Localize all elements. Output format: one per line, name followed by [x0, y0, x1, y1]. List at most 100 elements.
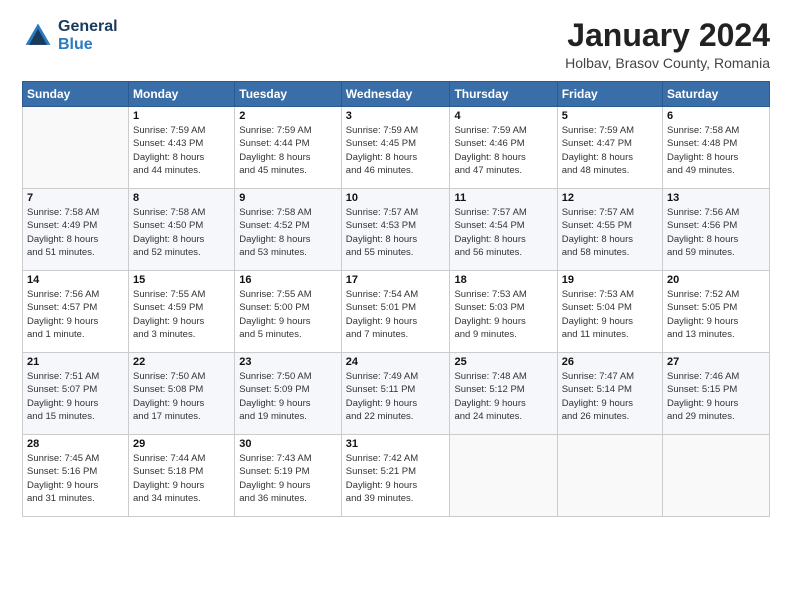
page: General Blue January 2024 Holbav, Brasov… — [0, 0, 792, 612]
calendar-cell: 4 Sunrise: 7:59 AM Sunset: 4:46 PM Daylig… — [450, 107, 557, 189]
calendar-cell: 23 Sunrise: 7:50 AM Sunset: 5:09 PM Dayli… — [235, 353, 342, 435]
header: General Blue January 2024 Holbav, Brasov… — [22, 18, 770, 71]
logo-text: General Blue — [58, 18, 118, 54]
month-title: January 2024 — [565, 18, 770, 53]
day-info: Sunrise: 7:53 AM Sunset: 5:03 PM Dayligh… — [454, 288, 552, 341]
day-number: 4 — [454, 110, 552, 122]
day-number: 13 — [667, 192, 765, 204]
day-info: Sunrise: 7:47 AM Sunset: 5:14 PM Dayligh… — [562, 370, 658, 423]
calendar-cell: 5Sunrise: 7:59 AM Sunset: 4:47 PM Daylig… — [557, 107, 662, 189]
week-row-2: 7Sunrise: 7:58 AM Sunset: 4:49 PM Daylig… — [23, 189, 770, 271]
day-info: Sunrise: 7:55 AM Sunset: 4:59 PM Dayligh… — [133, 288, 230, 341]
calendar-cell: 20 Sunrise: 7:52 AM Sunset: 5:05 PM Dayli… — [663, 271, 770, 353]
calendar-cell: 15Sunrise: 7:55 AM Sunset: 4:59 PM Dayli… — [129, 271, 235, 353]
day-number: 2 — [239, 110, 337, 122]
day-number: 7 — [27, 192, 124, 204]
calendar-cell: 11Sunrise: 7:57 AM Sunset: 4:54 PM Dayli… — [450, 189, 557, 271]
calendar-cell: 27 Sunrise: 7:46 AM Sunset: 5:15 PM Dayli… — [663, 353, 770, 435]
calendar-cell: 31 Sunrise: 7:42 AM Sunset: 5:21 PM Dayli… — [341, 435, 450, 517]
calendar-cell: 12Sunrise: 7:57 AM Sunset: 4:55 PM Dayli… — [557, 189, 662, 271]
day-number: 21 — [27, 356, 124, 368]
calendar-cell: 8 Sunrise: 7:58 AM Sunset: 4:50 PM Daylig… — [129, 189, 235, 271]
day-info: Sunrise: 7:50 AM Sunset: 5:09 PM Dayligh… — [239, 370, 337, 423]
day-number: 8 — [133, 192, 230, 204]
day-info: Sunrise: 7:59 AM Sunset: 4:45 PM Dayligh… — [346, 124, 446, 177]
calendar-cell: 24 Sunrise: 7:49 AM Sunset: 5:11 PM Dayli… — [341, 353, 450, 435]
day-number: 27 — [667, 356, 765, 368]
calendar-cell: 9Sunrise: 7:58 AM Sunset: 4:52 PM Daylig… — [235, 189, 342, 271]
day-number: 10 — [346, 192, 446, 204]
day-number: 23 — [239, 356, 337, 368]
day-number: 29 — [133, 438, 230, 450]
calendar-cell: 7Sunrise: 7:58 AM Sunset: 4:49 PM Daylig… — [23, 189, 129, 271]
calendar-cell: 19Sunrise: 7:53 AM Sunset: 5:04 PM Dayli… — [557, 271, 662, 353]
calendar-cell: 3 Sunrise: 7:59 AM Sunset: 4:45 PM Daylig… — [341, 107, 450, 189]
title-area: January 2024 Holbav, Brasov County, Roma… — [565, 18, 770, 71]
day-number: 14 — [27, 274, 124, 286]
day-number: 18 — [454, 274, 552, 286]
calendar-cell: 10 Sunrise: 7:57 AM Sunset: 4:53 PM Dayli… — [341, 189, 450, 271]
day-info: Sunrise: 7:55 AM Sunset: 5:00 PM Dayligh… — [239, 288, 337, 341]
calendar-cell: 2 Sunrise: 7:59 AM Sunset: 4:44 PM Daylig… — [235, 107, 342, 189]
calendar-cell: 17Sunrise: 7:54 AM Sunset: 5:01 PM Dayli… — [341, 271, 450, 353]
day-info: Sunrise: 7:42 AM Sunset: 5:21 PM Dayligh… — [346, 452, 446, 505]
day-info: Sunrise: 7:59 AM Sunset: 4:47 PM Dayligh… — [562, 124, 658, 177]
day-info: Sunrise: 7:59 AM Sunset: 4:46 PM Dayligh… — [454, 124, 552, 177]
logo-icon — [22, 20, 54, 52]
weekday-header-row: SundayMondayTuesdayWednesdayThursdayFrid… — [23, 82, 770, 107]
weekday-header-monday: Monday — [129, 82, 235, 107]
day-info: Sunrise: 7:56 AM Sunset: 4:56 PM Dayligh… — [667, 206, 765, 259]
day-info: Sunrise: 7:51 AM Sunset: 5:07 PM Dayligh… — [27, 370, 124, 423]
day-info: Sunrise: 7:43 AM Sunset: 5:19 PM Dayligh… — [239, 452, 337, 505]
day-info: Sunrise: 7:58 AM Sunset: 4:50 PM Dayligh… — [133, 206, 230, 259]
day-info: Sunrise: 7:50 AM Sunset: 5:08 PM Dayligh… — [133, 370, 230, 423]
week-row-5: 28 Sunrise: 7:45 AM Sunset: 5:16 PM Dayli… — [23, 435, 770, 517]
day-info: Sunrise: 7:59 AM Sunset: 4:43 PM Dayligh… — [133, 124, 230, 177]
calendar-cell — [23, 107, 129, 189]
day-info: Sunrise: 7:57 AM Sunset: 4:53 PM Dayligh… — [346, 206, 446, 259]
day-info: Sunrise: 7:48 AM Sunset: 5:12 PM Dayligh… — [454, 370, 552, 423]
calendar-cell: 25Sunrise: 7:48 AM Sunset: 5:12 PM Dayli… — [450, 353, 557, 435]
day-number: 24 — [346, 356, 446, 368]
day-number: 28 — [27, 438, 124, 450]
day-info: Sunrise: 7:52 AM Sunset: 5:05 PM Dayligh… — [667, 288, 765, 341]
day-info: Sunrise: 7:44 AM Sunset: 5:18 PM Dayligh… — [133, 452, 230, 505]
location: Holbav, Brasov County, Romania — [565, 55, 770, 71]
calendar-cell: 22 Sunrise: 7:50 AM Sunset: 5:08 PM Dayli… — [129, 353, 235, 435]
day-number: 30 — [239, 438, 337, 450]
weekday-header-tuesday: Tuesday — [235, 82, 342, 107]
calendar-cell — [557, 435, 662, 517]
weekday-header-thursday: Thursday — [450, 82, 557, 107]
week-row-3: 14 Sunrise: 7:56 AM Sunset: 4:57 PM Dayli… — [23, 271, 770, 353]
calendar-cell: 29 Sunrise: 7:44 AM Sunset: 5:18 PM Dayli… — [129, 435, 235, 517]
day-info: Sunrise: 7:56 AM Sunset: 4:57 PM Dayligh… — [27, 288, 124, 341]
day-number: 3 — [346, 110, 446, 122]
calendar-cell — [450, 435, 557, 517]
day-info: Sunrise: 7:49 AM Sunset: 5:11 PM Dayligh… — [346, 370, 446, 423]
calendar-cell: 1 Sunrise: 7:59 AM Sunset: 4:43 PM Daylig… — [129, 107, 235, 189]
weekday-header-friday: Friday — [557, 82, 662, 107]
day-number: 20 — [667, 274, 765, 286]
day-number: 12 — [562, 192, 658, 204]
week-row-4: 21 Sunrise: 7:51 AM Sunset: 5:07 PM Dayli… — [23, 353, 770, 435]
day-number: 1 — [133, 110, 230, 122]
calendar-cell: 6Sunrise: 7:58 AM Sunset: 4:48 PM Daylig… — [663, 107, 770, 189]
day-info: Sunrise: 7:45 AM Sunset: 5:16 PM Dayligh… — [27, 452, 124, 505]
day-number: 6 — [667, 110, 765, 122]
day-number: 22 — [133, 356, 230, 368]
day-info: Sunrise: 7:54 AM Sunset: 5:01 PM Dayligh… — [346, 288, 446, 341]
weekday-header-wednesday: Wednesday — [341, 82, 450, 107]
calendar-cell: 13 Sunrise: 7:56 AM Sunset: 4:56 PM Dayli… — [663, 189, 770, 271]
calendar-cell — [663, 435, 770, 517]
day-info: Sunrise: 7:59 AM Sunset: 4:44 PM Dayligh… — [239, 124, 337, 177]
week-row-1: 1 Sunrise: 7:59 AM Sunset: 4:43 PM Daylig… — [23, 107, 770, 189]
day-info: Sunrise: 7:57 AM Sunset: 4:54 PM Dayligh… — [454, 206, 552, 259]
day-info: Sunrise: 7:53 AM Sunset: 5:04 PM Dayligh… — [562, 288, 658, 341]
calendar-cell: 26Sunrise: 7:47 AM Sunset: 5:14 PM Dayli… — [557, 353, 662, 435]
calendar-cell: 30 Sunrise: 7:43 AM Sunset: 5:19 PM Dayli… — [235, 435, 342, 517]
calendar-cell: 28 Sunrise: 7:45 AM Sunset: 5:16 PM Dayli… — [23, 435, 129, 517]
day-number: 31 — [346, 438, 446, 450]
day-info: Sunrise: 7:58 AM Sunset: 4:52 PM Dayligh… — [239, 206, 337, 259]
day-info: Sunrise: 7:46 AM Sunset: 5:15 PM Dayligh… — [667, 370, 765, 423]
weekday-header-sunday: Sunday — [23, 82, 129, 107]
